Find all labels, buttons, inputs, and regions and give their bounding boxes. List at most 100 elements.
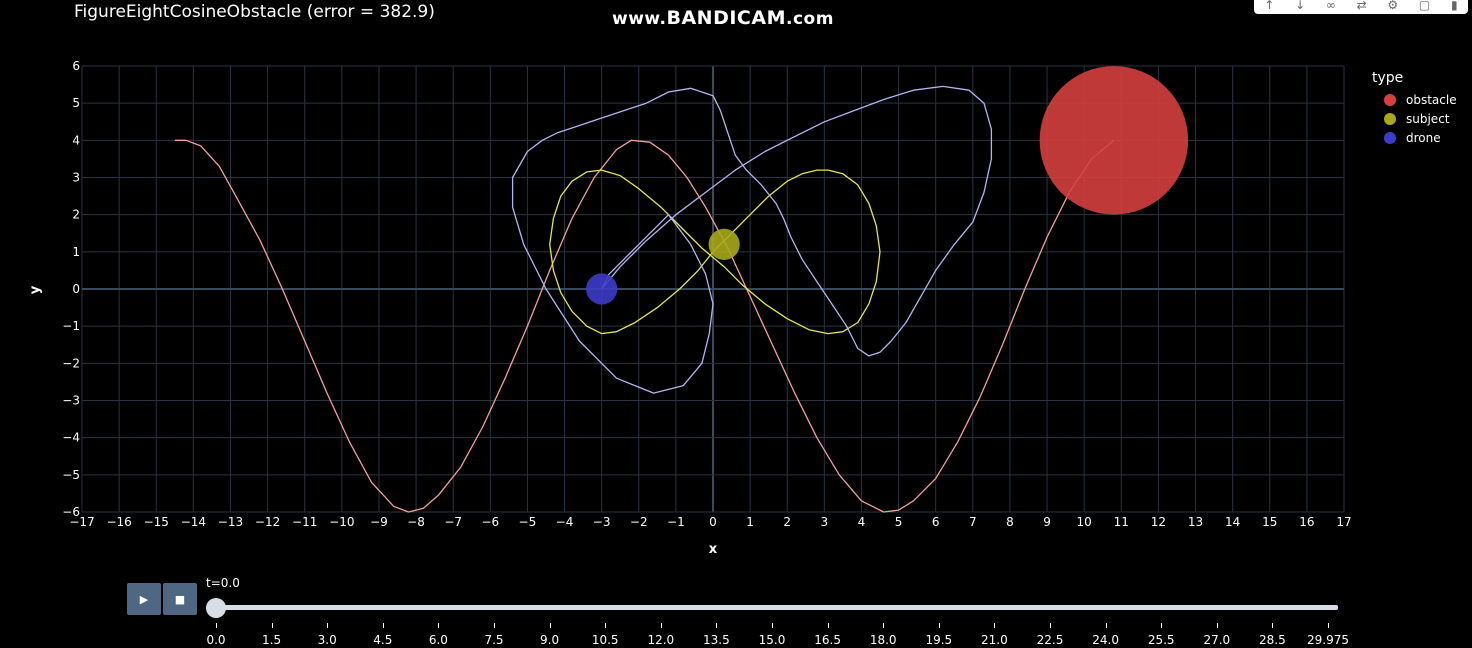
x-tick-label: −16	[106, 515, 131, 529]
x-tick-label: −8	[407, 515, 425, 529]
x-axis-title: x	[709, 542, 718, 557]
slider-tick-label[interactable]: 25.5	[1148, 633, 1175, 647]
slider-tick-label[interactable]: 3.0	[318, 633, 337, 647]
legend-item-subject[interactable]: subject	[1372, 109, 1457, 128]
slider-tick-label[interactable]: 12.0	[647, 633, 674, 647]
slider-tick-label[interactable]: 21.0	[981, 633, 1008, 647]
y-tick-label: −4	[62, 431, 80, 445]
slider-tick-label[interactable]: 0.0	[206, 633, 225, 647]
y-tick-labels: 6 5 4 3 2 1 0 −1 −2 −3 −4 −5 −6	[62, 59, 80, 519]
x-tick-label: 1	[746, 515, 754, 529]
x-tick-label: 5	[895, 515, 903, 529]
y-tick-label: −3	[62, 394, 80, 408]
slider-tick	[438, 623, 440, 628]
slider-tick	[716, 623, 718, 628]
slider-tick	[271, 623, 273, 628]
slider-tick-label[interactable]: 19.5	[925, 633, 952, 647]
slider-tick-label[interactable]: 9.0	[540, 633, 559, 647]
legend-item-obstacle[interactable]: obstacle	[1372, 90, 1457, 109]
legend-label: subject	[1406, 111, 1450, 126]
x-tick-label: 11	[1114, 515, 1129, 529]
x-tick-label: 6	[932, 515, 940, 529]
slider-tick	[1050, 623, 1051, 628]
slider-tick	[883, 623, 885, 628]
x-tick-label: −15	[144, 515, 169, 529]
x-tick-label: −5	[519, 515, 537, 529]
slider-tick	[1216, 623, 1218, 628]
x-tick-label: −3	[593, 515, 611, 529]
scatter-plot[interactable]: −17 −16 −15 −14 −13 −12 −11 −10 −9 −8 −7 −6 −5 −4 −3 −2…	[0, 0, 1472, 648]
slider-tick-label[interactable]: 18.0	[870, 633, 897, 647]
slider-tick	[549, 623, 551, 628]
x-tick-label: 8	[1006, 515, 1014, 529]
x-tick-label: −11	[292, 515, 317, 529]
slider-tick-label[interactable]: 27.0	[1203, 633, 1230, 647]
x-tick-label: 16	[1299, 515, 1314, 529]
slider-tick-label[interactable]: 10.5	[592, 633, 619, 647]
legend-item-drone[interactable]: drone	[1372, 128, 1457, 147]
y-tick-label: 4	[72, 133, 80, 147]
slider-tick	[772, 623, 773, 628]
slider-tick-label[interactable]: 1.5	[262, 633, 281, 647]
slider-tick-label[interactable]: 15.0	[759, 633, 786, 647]
slider-tick-label[interactable]: 7.5	[484, 633, 503, 647]
slider-current-value: t=0.0	[206, 576, 240, 590]
slider-tick	[827, 623, 829, 628]
drone-marker[interactable]	[586, 273, 618, 305]
stop-button[interactable]: ■	[163, 583, 197, 615]
y-axis-title: y	[28, 285, 43, 294]
x-tick-label: 9	[1043, 515, 1051, 529]
slider-tick	[382, 623, 384, 628]
slider-tick	[216, 623, 217, 628]
slider-tick	[994, 623, 996, 628]
x-tick-label: −10	[329, 515, 354, 529]
x-tick-labels: −1 7 −16 −15 −14 −13 −12 −11 −10 −9 −8 −7 −6 −5 −4 −3 −2…	[69, 515, 1351, 529]
subject-marker[interactable]	[708, 228, 740, 260]
y-tick-label: 0	[72, 282, 80, 296]
slider-tick	[1272, 623, 1274, 628]
x-tick-label: 4	[858, 515, 866, 529]
legend-title: type	[1372, 70, 1404, 86]
x-tick-label: 2	[783, 515, 791, 529]
slider-tick	[938, 623, 940, 628]
slider-tick-label[interactable]: 13.5	[703, 633, 730, 647]
y-tick-label: −6	[62, 505, 80, 519]
x-tick-label: 3	[821, 515, 829, 529]
legend-marker	[1384, 131, 1396, 144]
x-tick-label: −7	[444, 515, 462, 529]
obstacle-marker[interactable]	[1039, 66, 1189, 215]
slider-tick	[660, 623, 662, 628]
y-tick-label: 3	[72, 171, 80, 185]
x-tick-label: 14	[1225, 515, 1240, 529]
x-tick-label: 17	[1336, 515, 1351, 529]
slider-tick-label[interactable]: 22.5	[1037, 633, 1064, 647]
x-tick-label: −2	[630, 515, 648, 529]
slider-tick	[605, 623, 607, 628]
slider-tick-label[interactable]: 4.5	[373, 633, 392, 647]
y-tick-label: 2	[72, 208, 80, 222]
legend: type obstacle subject drone	[1372, 70, 1457, 147]
y-tick-label: 1	[72, 245, 80, 259]
x-tick-label: 10	[1077, 515, 1092, 529]
legend-label: drone	[1406, 130, 1441, 145]
x-tick-label: −1	[667, 515, 685, 529]
slider-tick-label[interactable]: 16.5	[814, 633, 841, 647]
drone-path-line	[511, 85, 993, 394]
y-tick-label: −1	[62, 319, 80, 333]
slider-tick-label[interactable]: 6.0	[429, 633, 448, 647]
slider-tick	[494, 623, 495, 628]
y-tick-label: −2	[62, 356, 80, 370]
x-tick-label: −9	[370, 515, 388, 529]
play-button[interactable]: ▶	[127, 583, 161, 615]
x-tick-label: 0	[709, 515, 717, 529]
slider-handle[interactable]	[206, 598, 226, 618]
y-tick-label: 6	[72, 59, 80, 73]
legend-label: obstacle	[1406, 92, 1457, 107]
slider-track[interactable]	[210, 605, 1338, 610]
y-tick-label: 5	[72, 96, 80, 110]
slider-tick-label[interactable]: 28.5	[1259, 633, 1286, 647]
slider-tick-label[interactable]: 24.0	[1092, 633, 1119, 647]
slider-tick-label[interactable]: 29.975	[1307, 633, 1349, 647]
x-tick-label: −4	[556, 515, 574, 529]
legend-marker	[1384, 112, 1396, 125]
